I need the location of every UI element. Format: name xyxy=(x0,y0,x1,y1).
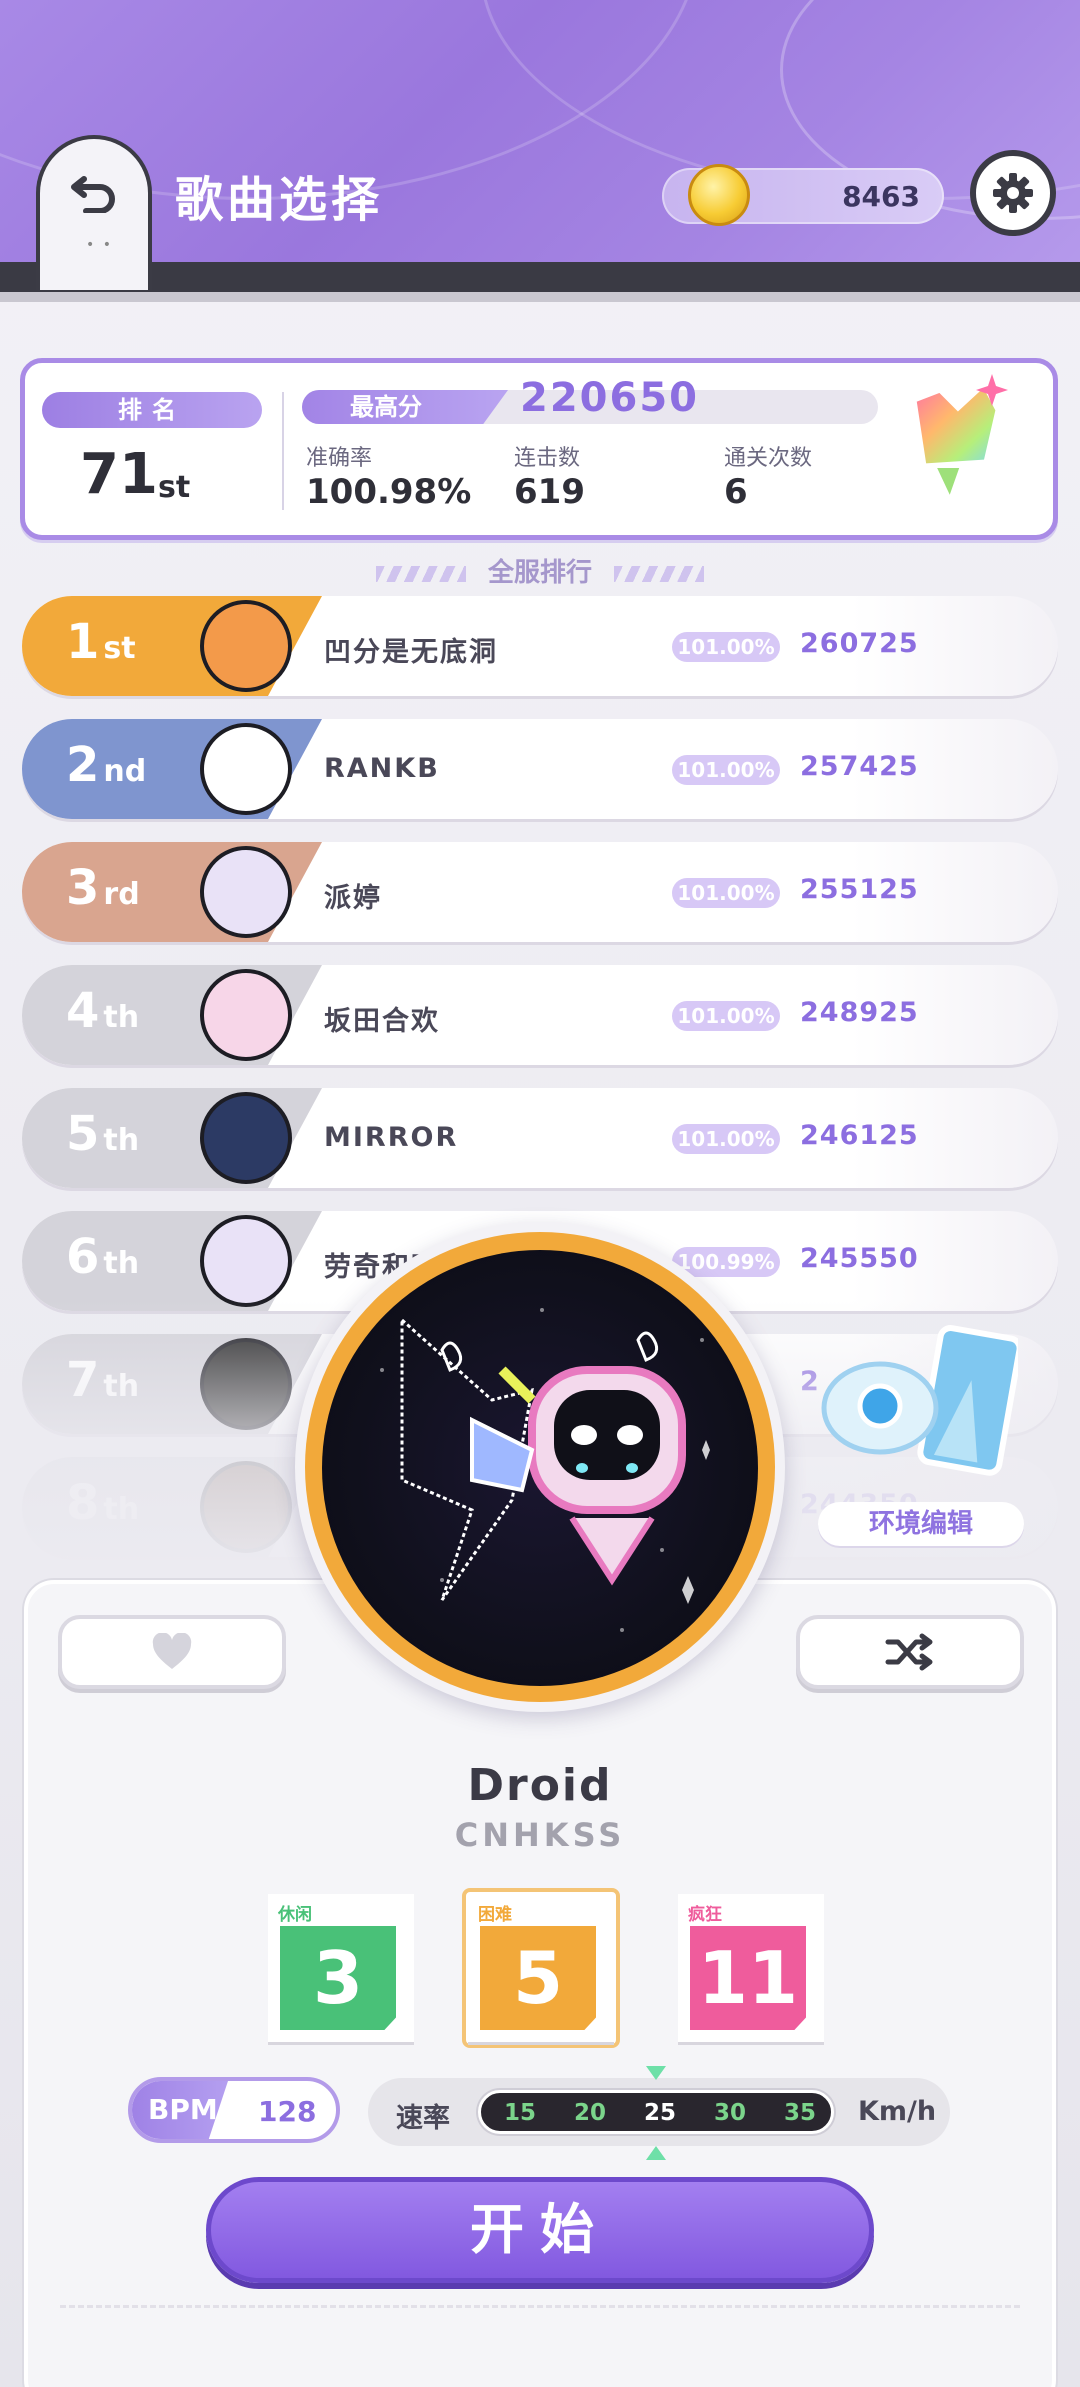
speed-label: 速率 xyxy=(396,2103,450,2134)
combo-value: 619 xyxy=(514,472,585,512)
difficulty-level: 3 xyxy=(280,1926,396,2030)
shuffle-icon xyxy=(885,1633,933,1671)
player-accuracy: 101.00% xyxy=(672,878,780,908)
leaderboard-row[interactable]: 3rd 派婷 101.00% 255125 xyxy=(22,842,1058,942)
header-bar xyxy=(0,262,1080,292)
accuracy-value: 100.98% xyxy=(306,472,472,512)
coin-icon xyxy=(688,164,750,226)
header-strip xyxy=(0,292,1080,302)
difficulty-level: 5 xyxy=(480,1926,596,2030)
player-name: RANKB xyxy=(324,753,440,784)
rank-badge-icon xyxy=(911,374,1008,506)
rank-number: 6th xyxy=(66,1229,140,1285)
player-avatar[interactable] xyxy=(200,1092,292,1184)
speed-marker-bottom-icon xyxy=(646,2146,666,2160)
coin-value: 8463 xyxy=(842,180,920,213)
player-name: 派婷 xyxy=(324,883,382,914)
speed-option[interactable]: 20 xyxy=(565,2100,615,2126)
leaderboard-row[interactable]: 4th 坂田合欢 101.00% 248925 xyxy=(22,965,1058,1065)
leaderboard-title: 全服排行 xyxy=(487,558,592,588)
rank-value: 71 xyxy=(80,442,158,507)
rank-number: 3rd xyxy=(66,860,140,916)
header xyxy=(0,0,1080,292)
player-score: 257425 xyxy=(800,751,919,782)
back-tab-dots: • • xyxy=(86,237,113,253)
difficulty-label: 疯狂 xyxy=(688,1905,722,1925)
player-score: 248925 xyxy=(800,997,919,1028)
bpm-label: BPM xyxy=(132,2081,228,2139)
player-avatar[interactable] xyxy=(200,846,292,938)
combo-label: 连击数 xyxy=(514,446,581,471)
bpm-value: 128 xyxy=(258,2095,317,2128)
speed-option[interactable]: 30 xyxy=(705,2100,755,2126)
gear-icon xyxy=(993,173,1033,213)
leaderboard-row[interactable]: 2nd RANKB 101.00% 257425 xyxy=(22,719,1058,819)
best-score-value: 220650 xyxy=(520,375,699,421)
rank-number: 2nd xyxy=(66,737,147,793)
player-avatar[interactable] xyxy=(200,1215,292,1307)
player-accuracy: 101.00% xyxy=(672,632,780,662)
environment-edit-icon[interactable] xyxy=(818,1320,1018,1515)
difficulty-2[interactable]: 困难 5 xyxy=(468,1894,614,2042)
player-avatar[interactable] xyxy=(200,600,292,692)
speed-option[interactable]: 25 xyxy=(635,2100,685,2126)
player-avatar[interactable] xyxy=(200,969,292,1061)
player-score: 246125 xyxy=(800,1120,919,1151)
leaderboard-row[interactable]: 5th MIRROR 101.00% 246125 xyxy=(22,1088,1058,1188)
rank-number: 4th xyxy=(66,983,140,1039)
shuffle-button[interactable] xyxy=(796,1615,1024,1689)
difficulty-label: 休闲 xyxy=(278,1905,312,1925)
player-score: 245550 xyxy=(800,1243,919,1274)
clears-value: 6 xyxy=(724,472,748,512)
song-title: Droid xyxy=(467,1760,613,1811)
player-name: MIRROR xyxy=(324,1122,459,1153)
environment-edit-button[interactable]: 环境编辑 xyxy=(818,1502,1024,1546)
page-title: 歌曲选择 xyxy=(175,172,384,228)
difficulty-1[interactable]: 休闲 3 xyxy=(268,1894,414,2042)
player-avatar[interactable] xyxy=(200,723,292,815)
player-name: 凹分是无底洞 xyxy=(324,637,498,668)
clears-label: 通关次数 xyxy=(724,446,813,471)
leaderboard-row[interactable]: 1st 凹分是无底洞 101.00% 260725 xyxy=(22,596,1058,696)
speed-option[interactable]: 35 xyxy=(775,2100,825,2126)
speed-marker-top-icon xyxy=(646,2066,666,2080)
album-art-robot-icon xyxy=(380,1308,710,1632)
bpm-indicator: BPM 128 xyxy=(128,2077,340,2143)
difficulty-3[interactable]: 疯狂 11 xyxy=(678,1894,824,2042)
rank-label: 排名 xyxy=(42,392,262,428)
album-cover[interactable] xyxy=(322,1250,758,1686)
rank-suffix: st xyxy=(158,470,191,505)
back-arrow-icon xyxy=(71,176,115,213)
player-accuracy: 101.00% xyxy=(672,755,780,785)
player-score: 255125 xyxy=(800,874,919,905)
start-button[interactable]: 开始 xyxy=(206,2177,874,2283)
favorite-button[interactable] xyxy=(58,1615,286,1689)
difficulty-label: 困难 xyxy=(478,1905,512,1925)
title-decoration xyxy=(375,565,466,582)
bottom-decoration xyxy=(60,2305,1020,2387)
song-artist: CNHKSS xyxy=(454,1816,626,1854)
rank-number: 1st xyxy=(66,614,136,670)
player-name: 坂田合欢 xyxy=(324,1006,440,1037)
best-score-label: 最高分 xyxy=(302,390,508,424)
player-accuracy: 101.00% xyxy=(672,1001,780,1031)
rank-number: 5th xyxy=(66,1106,140,1162)
stats-divider xyxy=(282,392,284,510)
accuracy-label: 准确率 xyxy=(306,446,373,471)
speed-selector[interactable]: 速率 15 20 25 30 35 Km/h xyxy=(368,2078,950,2146)
back-button[interactable]: • • xyxy=(36,135,152,290)
player-score: 260725 xyxy=(800,628,919,659)
leaderboard-title-row: 全服排行 xyxy=(0,552,1080,589)
player-accuracy: 101.00% xyxy=(672,1124,780,1154)
title-decoration xyxy=(614,565,704,582)
heart-icon xyxy=(152,1633,192,1669)
difficulty-level: 11 xyxy=(690,1926,806,2030)
speed-option[interactable]: 15 xyxy=(495,2100,545,2126)
speed-track[interactable]: 15 20 25 30 35 xyxy=(478,2090,834,2134)
speed-unit: Km/h xyxy=(858,2096,937,2127)
settings-button[interactable] xyxy=(970,150,1056,236)
